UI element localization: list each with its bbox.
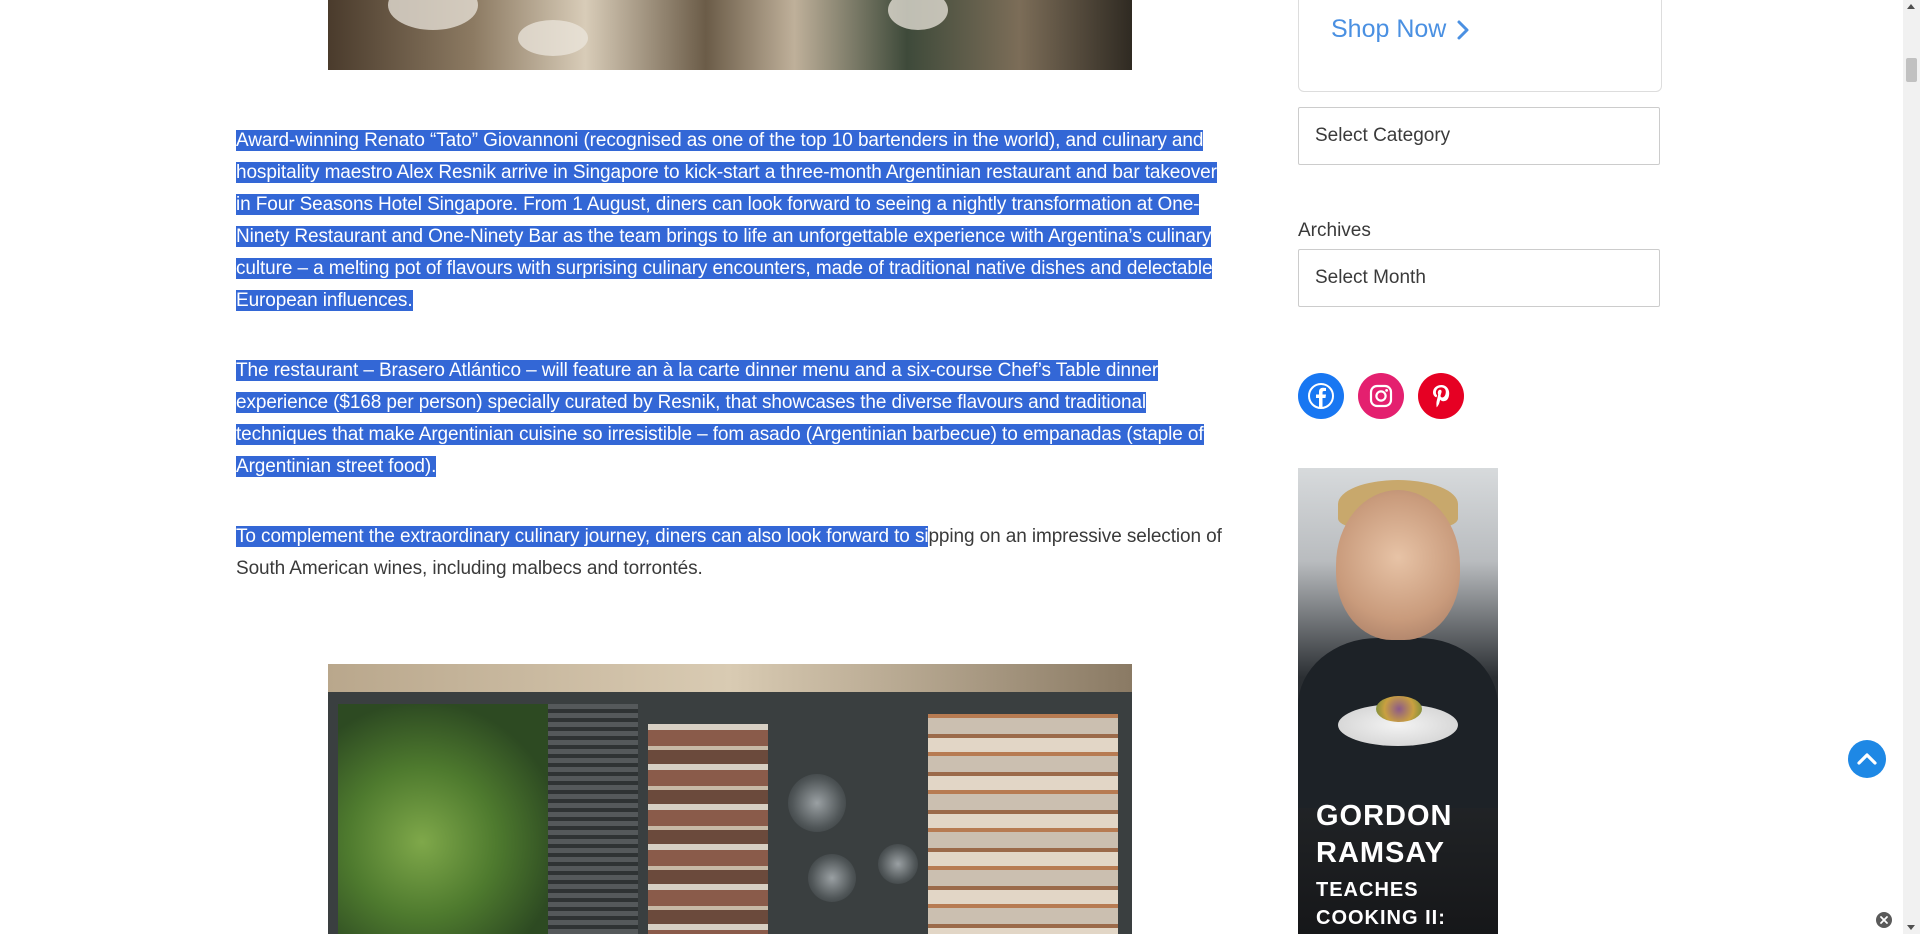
shop-now-link[interactable]: Shop Now xyxy=(1331,15,1470,44)
chevron-right-icon xyxy=(1457,20,1469,39)
chef-portrait xyxy=(1336,490,1460,640)
ad-subtitle: TEACHES COOKING II: xyxy=(1316,879,1446,929)
article-paragraph-2: The restaurant – Brasero Atlántico – wil… xyxy=(236,355,1226,483)
scrollbar-thumb[interactable] xyxy=(1906,58,1917,82)
scroll-up-arrow-icon[interactable] xyxy=(1907,4,1915,9)
selected-text: To complement the extraordinary culinary… xyxy=(236,526,929,547)
instagram-icon xyxy=(1369,384,1393,408)
pinterest-link[interactable] xyxy=(1418,373,1464,419)
selected-text: The restaurant – Brasero Atlántico – wil… xyxy=(236,360,1204,477)
shop-now-label: Shop Now xyxy=(1331,15,1447,43)
scroll-to-top-button[interactable] xyxy=(1848,740,1886,778)
category-select[interactable]: Select Category xyxy=(1298,107,1660,165)
bar-interior-photo xyxy=(328,664,1132,934)
page-scrollbar[interactable] xyxy=(1903,0,1920,934)
pinterest-icon xyxy=(1433,385,1450,408)
selected-text: Award-winning Renato “Tato” Giovannoni (… xyxy=(236,130,1217,311)
article-paragraph-1: Award-winning Renato “Tato” Giovannoni (… xyxy=(236,125,1226,317)
article-paragraph-3: To complement the extraordinary culinary… xyxy=(236,521,1226,585)
shop-widget: Shop Now xyxy=(1298,0,1662,92)
masterclass-ad[interactable]: GORDON RAMSAY TEACHES COOKING II: xyxy=(1298,468,1498,934)
instagram-link[interactable] xyxy=(1358,373,1404,419)
close-ad-button[interactable] xyxy=(1876,912,1892,928)
facebook-link[interactable] xyxy=(1298,373,1344,419)
facebook-icon xyxy=(1308,383,1334,409)
restaurant-photo-top xyxy=(328,0,1132,70)
archives-month-select[interactable]: Select Month xyxy=(1298,249,1660,307)
close-icon xyxy=(1880,916,1888,924)
scroll-down-arrow-icon[interactable] xyxy=(1907,925,1915,930)
ad-title: GORDON RAMSAY xyxy=(1316,800,1453,869)
chevron-up-icon xyxy=(1857,753,1877,765)
archives-heading: Archives xyxy=(1298,220,1371,241)
